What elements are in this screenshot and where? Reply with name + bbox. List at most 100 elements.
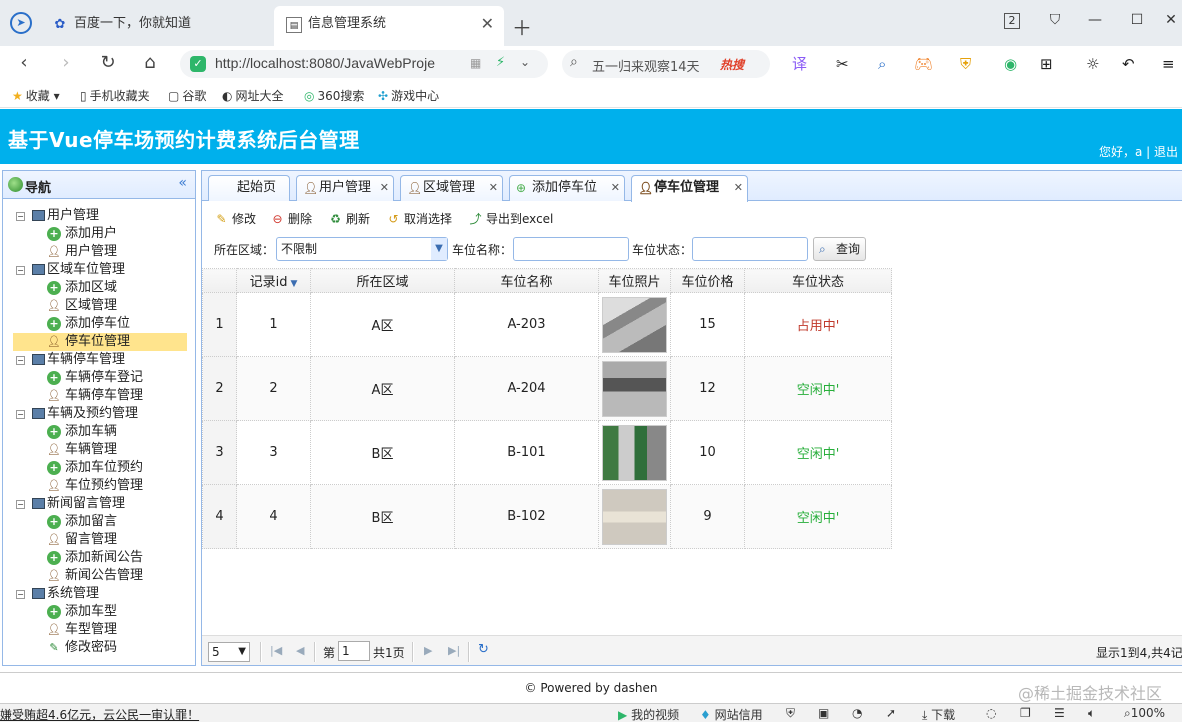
- collapse-toggle-icon[interactable]: −: [16, 590, 25, 599]
- scissors-icon[interactable]: ✂: [836, 55, 849, 73]
- chevron-down-icon[interactable]: ▼: [431, 238, 447, 260]
- parking-photo[interactable]: [602, 488, 667, 545]
- compass-icon[interactable]: ➤: [10, 12, 32, 34]
- speaker-icon[interactable]: 🔈︎: [1088, 706, 1095, 721]
- url-field[interactable]: ✓ http://localhost:8080/JavaWebProje ▦ ⚡…: [180, 50, 548, 78]
- bookmark-google[interactable]: ▢ 谷歌: [168, 87, 206, 104]
- tab-count-badge[interactable]: 2: [1004, 13, 1020, 29]
- collapse-icon[interactable]: «: [178, 175, 187, 191]
- tree-group[interactable]: − 系统管理: [3, 585, 195, 603]
- parking-photo[interactable]: [602, 296, 667, 353]
- space-status-input[interactable]: [692, 237, 808, 261]
- last-page-icon[interactable]: ▶|: [448, 644, 460, 657]
- tree-item[interactable]: + 添加用户: [3, 225, 195, 243]
- close-window-icon[interactable]: ✕: [1160, 12, 1182, 28]
- chevron-down-icon[interactable]: ⌄: [520, 55, 530, 69]
- tree-item[interactable]: 👤︎ 停车位管理: [13, 333, 187, 351]
- parking-photo[interactable]: [602, 360, 667, 417]
- table-row[interactable]: 1 1 A区 A-203 15 占用中': [202, 292, 892, 357]
- tree-group[interactable]: − 区域车位管理: [3, 261, 195, 279]
- collapse-toggle-icon[interactable]: −: [16, 212, 25, 221]
- column-header-id[interactable]: 记录id ▼: [236, 268, 311, 293]
- tree-item[interactable]: 👤︎ 车型管理: [3, 621, 195, 639]
- tree-group[interactable]: − 用户管理: [3, 207, 195, 225]
- reload-icon[interactable]: ↻: [96, 53, 120, 73]
- export-excel-button[interactable]: ⤴ 导出到excel: [468, 210, 553, 227]
- close-tab-icon[interactable]: ✕: [611, 176, 620, 200]
- query-button[interactable]: ⌕ 查询: [813, 237, 866, 261]
- edit-button[interactable]: ✎ 修改: [214, 210, 256, 227]
- browser-tab-info-system[interactable]: ▤ 信息管理系统 ✕: [274, 6, 504, 46]
- tree-item[interactable]: 👤︎ 区域管理: [3, 297, 195, 315]
- tree-group[interactable]: − 新闻留言管理: [3, 495, 195, 513]
- delete-button[interactable]: ⊖ 删除: [270, 210, 312, 227]
- browser-search-input[interactable]: ⌕ 五一归来观察14天 热搜: [562, 50, 770, 78]
- maximize-icon[interactable]: ☐: [1126, 12, 1148, 28]
- menu-icon[interactable]: ☰: [1054, 706, 1065, 720]
- close-tab-icon[interactable]: ✕: [734, 176, 743, 200]
- download-button[interactable]: ⤓ 下载: [922, 706, 955, 722]
- bookmark-sites[interactable]: ◐ 网址大全: [222, 87, 284, 104]
- tree-item[interactable]: + 添加车型: [3, 603, 195, 621]
- shirt-icon[interactable]: ⛉: [1044, 12, 1066, 28]
- menu-icon[interactable]: ≡: [1162, 55, 1175, 73]
- image-icon[interactable]: ▣: [818, 706, 829, 720]
- close-tab-icon[interactable]: ✕: [380, 176, 389, 200]
- bookmark-favorites[interactable]: ★ 收藏 ▾: [12, 87, 60, 104]
- user-greeting-logout[interactable]: 您好，a | 退出: [1099, 143, 1178, 160]
- tree-item[interactable]: + 添加区域: [3, 279, 195, 297]
- minimize-icon[interactable]: —: [1084, 12, 1106, 28]
- collapse-toggle-icon[interactable]: −: [16, 356, 25, 365]
- forward-icon[interactable]: ›: [54, 53, 78, 73]
- column-header-photo[interactable]: 车位照片: [598, 268, 671, 293]
- browser-tab-baidu[interactable]: ✿ 百度一下，你就知道: [40, 6, 272, 46]
- tab-3[interactable]: ⊕ 添加停车位 ✕: [509, 175, 625, 201]
- site-credit-button[interactable]: ♦ 网站信用: [700, 706, 763, 722]
- bookmark-games[interactable]: ✣ 游戏中心: [378, 87, 439, 104]
- close-tab-icon[interactable]: ✕: [489, 176, 498, 200]
- dashboard-icon[interactable]: ◌: [986, 706, 996, 720]
- table-row[interactable]: 4 4 B区 B-102 9 空闲中': [202, 484, 892, 549]
- tree-item[interactable]: + 车辆停车登记: [3, 369, 195, 387]
- rocket-icon[interactable]: ➚: [886, 706, 896, 720]
- shield-badge-icon[interactable]: ⛨: [960, 55, 971, 73]
- gamepad-icon[interactable]: 🎮︎: [914, 55, 933, 73]
- qr-icon[interactable]: ▦: [470, 56, 481, 70]
- tree-item[interactable]: + 添加新闻公告: [3, 549, 195, 567]
- tree-item[interactable]: ✎ 修改密码: [3, 639, 195, 657]
- bookmark-360[interactable]: ◎ 360搜索: [304, 87, 364, 104]
- prev-page-icon[interactable]: ◀: [296, 644, 304, 657]
- apps-grid-icon[interactable]: ⊞: [1040, 55, 1053, 73]
- bolt-icon[interactable]: ⚡: [496, 55, 505, 70]
- space-name-input[interactable]: [513, 237, 629, 261]
- page-number-input[interactable]: 1: [338, 641, 370, 661]
- zoom-level[interactable]: ⌕100%: [1124, 706, 1165, 721]
- new-tab-icon[interactable]: ＋: [512, 12, 532, 41]
- shield-status-icon[interactable]: ⛨: [786, 706, 795, 721]
- tree-group[interactable]: − 车辆停车管理: [3, 351, 195, 369]
- circle-app-icon[interactable]: ◉: [1004, 55, 1017, 73]
- collapse-toggle-icon[interactable]: −: [16, 410, 25, 419]
- home-icon[interactable]: ⌂: [138, 53, 162, 73]
- collapse-toggle-icon[interactable]: −: [16, 266, 25, 275]
- magnifier-icon[interactable]: ⌕: [878, 55, 886, 73]
- tree-item[interactable]: 👤︎ 车辆停车管理: [3, 387, 195, 405]
- column-header-name[interactable]: 车位名称: [454, 268, 599, 293]
- column-header-status[interactable]: 车位状态: [744, 268, 892, 293]
- column-header-price[interactable]: 车位价格: [670, 268, 745, 293]
- tree-item[interactable]: 👤︎ 新闻公告管理: [3, 567, 195, 585]
- close-tab-icon[interactable]: ✕: [481, 6, 494, 42]
- area-select[interactable]: 不限制 ▼: [276, 237, 448, 261]
- table-row[interactable]: 3 3 B区 B-101 10 空闲中': [202, 420, 892, 485]
- reload-icon[interactable]: ↻: [478, 642, 489, 657]
- tree-item[interactable]: + 添加停车位: [3, 315, 195, 333]
- tree-item[interactable]: + 添加车辆: [3, 423, 195, 441]
- tab-0[interactable]: 起始页: [208, 175, 290, 201]
- undo-icon[interactable]: ↶: [1122, 55, 1135, 73]
- tab-4[interactable]: 👤︎ 停车位管理 ✕: [631, 175, 748, 202]
- translate-icon[interactable]: 译: [792, 55, 807, 73]
- bookmark-mobile[interactable]: ▯ 手机收藏夹: [80, 87, 150, 104]
- news-ticker-link[interactable]: 嫌受贿超4.6亿元，云公民一审认罪！: [0, 706, 199, 722]
- page-size-select[interactable]: 5 ▼: [208, 642, 250, 662]
- collapse-toggle-icon[interactable]: −: [16, 500, 25, 509]
